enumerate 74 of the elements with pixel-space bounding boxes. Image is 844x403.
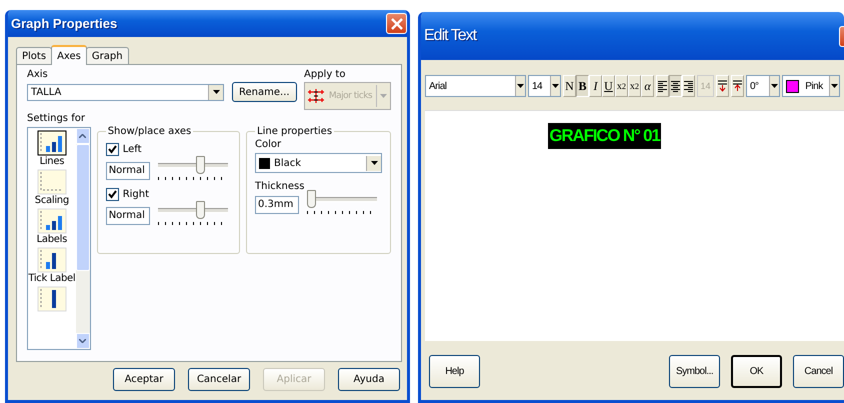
slider-thumb[interactable] — [196, 156, 205, 174]
checkbox-label: Right — [122, 189, 150, 200]
axis-checkbox[interactable]: Right — [106, 188, 231, 201]
dropdown-arrow-icon — [830, 84, 838, 88]
text-editor[interactable]: GRAFICO N° 01 — [425, 110, 844, 341]
apply-to-label: Apply to — [304, 69, 346, 80]
format-button[interactable]: N — [563, 75, 576, 97]
tab[interactable]: Axes — [51, 45, 87, 65]
dropdown-arrow-icon — [517, 84, 524, 88]
checkbox[interactable] — [106, 188, 119, 201]
settings-item[interactable]: Labels — [36, 208, 68, 245]
dialog-button[interactable]: Help — [429, 355, 480, 388]
spacing-down-icon — [718, 80, 727, 92]
dialog-button[interactable]: Cancelar — [188, 368, 250, 391]
thickness-field[interactable]: 0.3mm — [255, 196, 299, 214]
text-color-dropdown[interactable]: Pink — [782, 75, 840, 97]
position-field[interactable]: Normal — [106, 207, 150, 225]
window-title: Graph Properties — [11, 16, 118, 31]
axis-checkbox[interactable]: Left — [106, 143, 231, 156]
dialog-button[interactable]: Aceptar — [113, 368, 175, 391]
color-dropdown[interactable]: Black — [255, 153, 382, 173]
close-button[interactable] — [386, 13, 407, 34]
axis-label: Axis — [27, 69, 49, 80]
format-button[interactable]: α — [641, 75, 654, 97]
align-button[interactable] — [669, 75, 682, 97]
spacing-up-icon — [733, 80, 742, 92]
scroll-down-icon — [79, 339, 86, 343]
rotation-dropdown[interactable]: 0° — [746, 75, 780, 97]
spacing-button[interactable] — [716, 75, 729, 97]
dropdown-arrow-icon — [212, 90, 220, 94]
position-field[interactable]: Normal — [106, 162, 150, 180]
dropdown-arrow-icon — [771, 84, 778, 88]
group-title: Line properties — [256, 126, 334, 137]
checkbox[interactable] — [106, 143, 119, 156]
settings-item-label: Scaling — [34, 195, 69, 206]
dropdown-arrow-icon — [552, 84, 559, 88]
align-icon — [671, 80, 680, 92]
ticks-icon — [307, 89, 325, 103]
dropdown-arrow-icon — [370, 161, 378, 165]
rename-button[interactable]: Rename... — [232, 82, 297, 102]
align-icon — [684, 80, 693, 92]
dialog-button[interactable]: Ayuda — [338, 368, 400, 391]
size-dropdown[interactable]: 14 — [528, 75, 561, 97]
format-button[interactable]: B — [576, 75, 589, 97]
checkbox-label: Left — [122, 144, 142, 155]
tab[interactable]: Plots — [16, 47, 52, 64]
settings-item-label: Lines — [40, 156, 64, 167]
group-title: Show/place axes — [106, 126, 192, 137]
dialog-button[interactable]: OK — [731, 355, 782, 388]
scrollbar[interactable] — [76, 128, 90, 349]
color-label: Color — [255, 139, 282, 150]
window-title: Edit Text — [424, 27, 476, 45]
settings-item[interactable]: Tick Label — [28, 247, 76, 284]
text-content: GRAFICO N° 01 — [548, 123, 661, 149]
slider-thumb[interactable] — [196, 200, 205, 218]
font-dropdown[interactable]: Arial — [425, 75, 526, 97]
dropdown-arrow-icon — [380, 94, 387, 98]
align-icon — [658, 80, 667, 92]
spacing-button[interactable] — [731, 75, 744, 97]
format-button[interactable]: U — [602, 75, 615, 97]
settings-item[interactable]: Lines — [36, 130, 67, 167]
dialog-button[interactable]: Symbol... — [669, 355, 720, 388]
settings-item-label: Labels — [36, 234, 68, 245]
axis-dropdown[interactable]: TALLA — [27, 84, 224, 100]
close-icon — [390, 18, 402, 30]
thickness-label: Thickness — [255, 181, 306, 192]
tab[interactable]: Graph — [86, 47, 129, 64]
settings-item[interactable]: Scaling — [34, 169, 69, 206]
format-button[interactable]: I — [589, 75, 602, 97]
scroll-up-icon — [79, 134, 86, 138]
settings-item-label: Tick Label — [28, 273, 76, 284]
slider-thumb[interactable] — [306, 190, 316, 208]
dialog-button[interactable]: Cancel — [793, 355, 844, 388]
settings-for-label: Settings for — [27, 113, 86, 124]
